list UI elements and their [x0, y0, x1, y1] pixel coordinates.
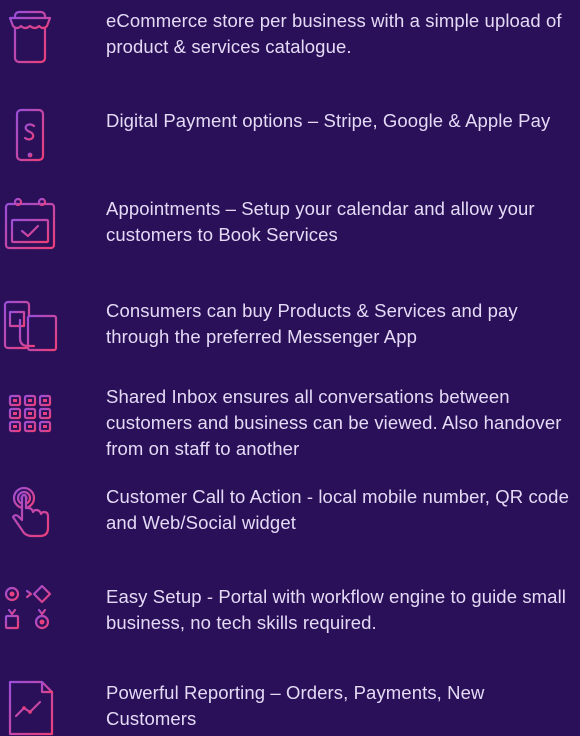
feature-text: Appointments – Setup your calendar and a…	[106, 198, 535, 245]
report-document-icon	[2, 680, 58, 736]
feature-text: eCommerce store per business with a simp…	[106, 10, 562, 57]
feature-text: Shared Inbox ensures all conversations b…	[106, 386, 562, 459]
feature-text: Easy Setup - Portal with workflow engine…	[106, 586, 566, 633]
mobile-payment-icon	[2, 108, 58, 164]
feature-text: Consumers can buy Products & Services an…	[106, 300, 518, 347]
feature-text: Digital Payment options – Stripe, Google…	[106, 110, 551, 131]
workflow-icon	[2, 584, 58, 640]
feature-text: Powerful Reporting – Orders, Payments, N…	[106, 682, 485, 729]
tap-hand-icon	[2, 484, 58, 540]
calendar-check-icon	[2, 196, 58, 252]
storefront-phone-icon	[2, 8, 58, 64]
messenger-shopping-icon	[2, 298, 58, 354]
feature-text: Customer Call to Action - local mobile n…	[106, 486, 569, 533]
grid-inbox-icon	[2, 384, 58, 440]
